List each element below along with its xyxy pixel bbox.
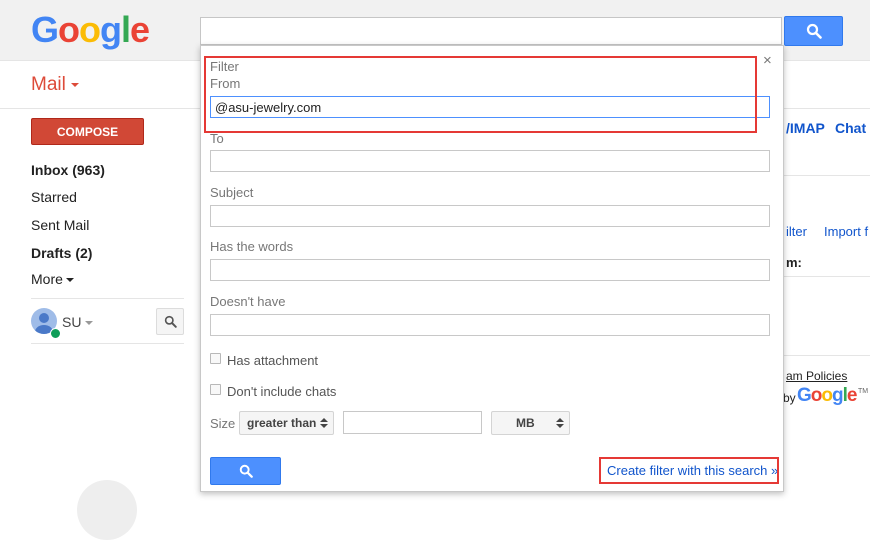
dropdown-caret-icon — [70, 82, 79, 87]
sidebar-item-sent-mail[interactable]: Sent Mail — [31, 217, 89, 233]
divider — [31, 343, 184, 344]
updown-icon — [556, 418, 564, 428]
divider — [784, 355, 870, 356]
size-label: Size — [210, 416, 236, 431]
blocked-addresses-label: m: — [786, 255, 802, 270]
to-label: To — [210, 131, 224, 146]
dropdown-caret-icon — [65, 278, 74, 283]
import-filters-link[interactable]: Import f — [824, 224, 868, 239]
search-button[interactable] — [784, 16, 843, 46]
sidebar-item-drafts[interactable]: Drafts (2) — [31, 245, 92, 261]
dont-include-chats-checkbox[interactable] — [210, 384, 221, 395]
divider — [784, 276, 870, 277]
divider — [31, 298, 184, 299]
dropdown-caret-icon — [85, 321, 94, 326]
has-attachment-label[interactable]: Has attachment — [227, 353, 318, 368]
doesnt-have-field[interactable] — [210, 314, 770, 336]
updown-icon — [320, 418, 328, 428]
search-input[interactable] — [200, 17, 782, 45]
annotation-highlight-from — [204, 56, 757, 133]
sidebar-item-starred[interactable]: Starred — [31, 189, 77, 205]
trademark-mark: TM — [858, 388, 869, 395]
filter-search-button[interactable] — [210, 457, 281, 485]
search-icon — [239, 464, 253, 478]
sidebar-item-more[interactable]: More — [31, 271, 74, 287]
subject-field[interactable] — [210, 205, 770, 227]
contact-search-button[interactable] — [156, 308, 184, 335]
divider — [784, 175, 870, 176]
has-attachment-checkbox[interactable] — [210, 353, 221, 364]
settings-tab-chat[interactable]: Chat — [835, 120, 866, 136]
mail-switcher[interactable]: Mail — [31, 74, 79, 96]
create-filter-link[interactable]: ilter — [786, 224, 807, 239]
to-field[interactable] — [210, 150, 770, 172]
has-words-field[interactable] — [210, 259, 770, 281]
search-icon — [164, 315, 177, 328]
google-footer-logo: Google — [797, 385, 857, 406]
compose-button[interactable]: COMPOSE — [31, 118, 144, 145]
size-operator-select[interactable]: greater than — [239, 411, 334, 435]
doesnt-have-label: Doesn't have — [210, 294, 286, 309]
has-words-label: Has the words — [210, 239, 294, 254]
hangouts-placeholder-icon — [77, 480, 137, 540]
sidebar-item-inbox[interactable]: Inbox (963) — [31, 162, 105, 178]
annotation-highlight-create-filter — [599, 457, 779, 484]
powered-by-label: by — [783, 391, 796, 405]
close-icon[interactable]: × — [763, 52, 772, 69]
hangouts-account[interactable]: SU — [62, 314, 94, 330]
size-value-input[interactable] — [343, 411, 482, 434]
program-policies-link[interactable]: am Policies — [786, 369, 847, 383]
online-status-dot — [50, 328, 61, 339]
settings-tab-forwarding-imap[interactable]: /IMAP — [786, 120, 825, 136]
size-unit-select[interactable]: MB — [491, 411, 570, 435]
subject-label: Subject — [210, 185, 254, 200]
google-logo[interactable]: Google — [31, 10, 150, 50]
dont-include-chats-label[interactable]: Don't include chats — [227, 384, 336, 399]
search-icon — [806, 23, 822, 39]
